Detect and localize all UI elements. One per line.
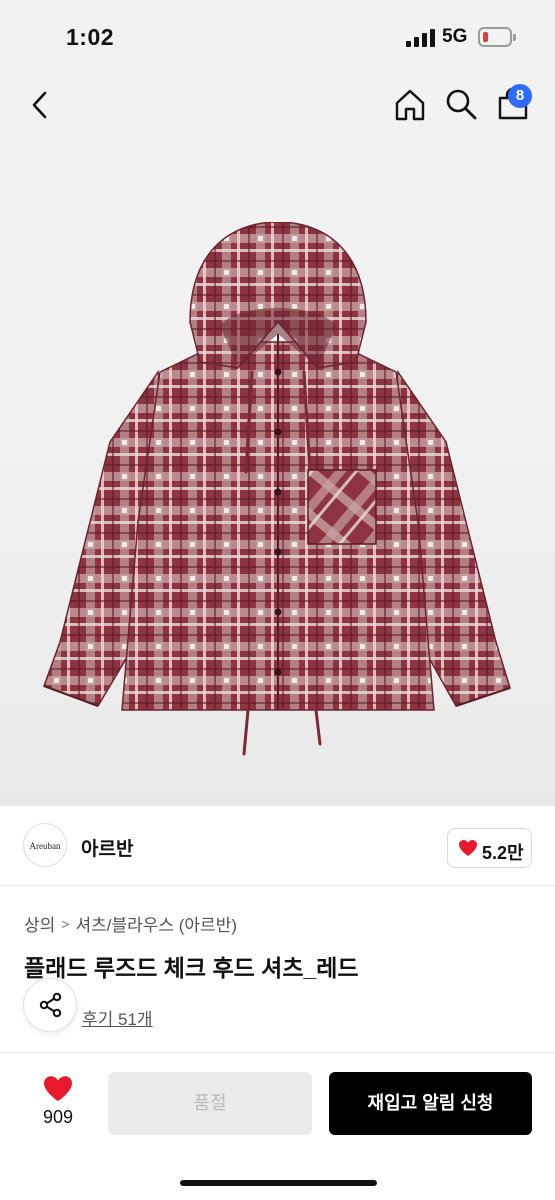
brand-row[interactable]: Areuban 아르반 5.2만 xyxy=(0,806,555,886)
wish-count: 909 xyxy=(42,1107,74,1127)
product-title: 플래드 루즈드 체크 후드 셔츠_레드 xyxy=(24,955,359,981)
status-time: 1:02 xyxy=(66,24,115,50)
brand-like-button[interactable]: 5.2만 xyxy=(447,828,532,868)
heart-icon xyxy=(459,840,477,856)
heart-icon[interactable] xyxy=(43,1075,73,1102)
home-icon[interactable] xyxy=(391,86,429,124)
cart-count-badge: 8 xyxy=(508,84,532,108)
brand-logo[interactable]: Areuban xyxy=(23,823,67,867)
share-button[interactable] xyxy=(23,978,77,1032)
chevron-left-icon[interactable] xyxy=(24,88,58,122)
share-icon xyxy=(39,992,62,1018)
breadcrumb-item-top[interactable]: 상의 xyxy=(24,911,55,936)
review-link[interactable]: 후기 51개 xyxy=(82,1005,153,1030)
search-icon[interactable] xyxy=(443,86,479,122)
restock-alert-button[interactable]: 재입고 알림 신청 xyxy=(329,1072,532,1135)
network-label: 5G xyxy=(442,26,468,47)
brand-like-count: 5.2만 xyxy=(482,843,524,863)
battery-level xyxy=(483,32,488,42)
breadcrumb-item-category[interactable]: 셔츠/블라우스 (아르반) xyxy=(75,911,237,936)
hooded-plaid-shirt-image[interactable] xyxy=(40,222,516,758)
breadcrumb: 상의 > 셔츠/블라우스 (아르반) xyxy=(24,911,237,936)
signal-icon xyxy=(406,29,436,47)
battery-icon xyxy=(478,27,516,47)
brand-name[interactable]: 아르반 xyxy=(81,834,133,861)
home-indicator[interactable] xyxy=(180,1180,377,1186)
status-bar: 1:02 5G xyxy=(0,0,555,76)
soldout-button: 품절 xyxy=(108,1072,312,1135)
breadcrumb-separator: > xyxy=(61,915,70,932)
